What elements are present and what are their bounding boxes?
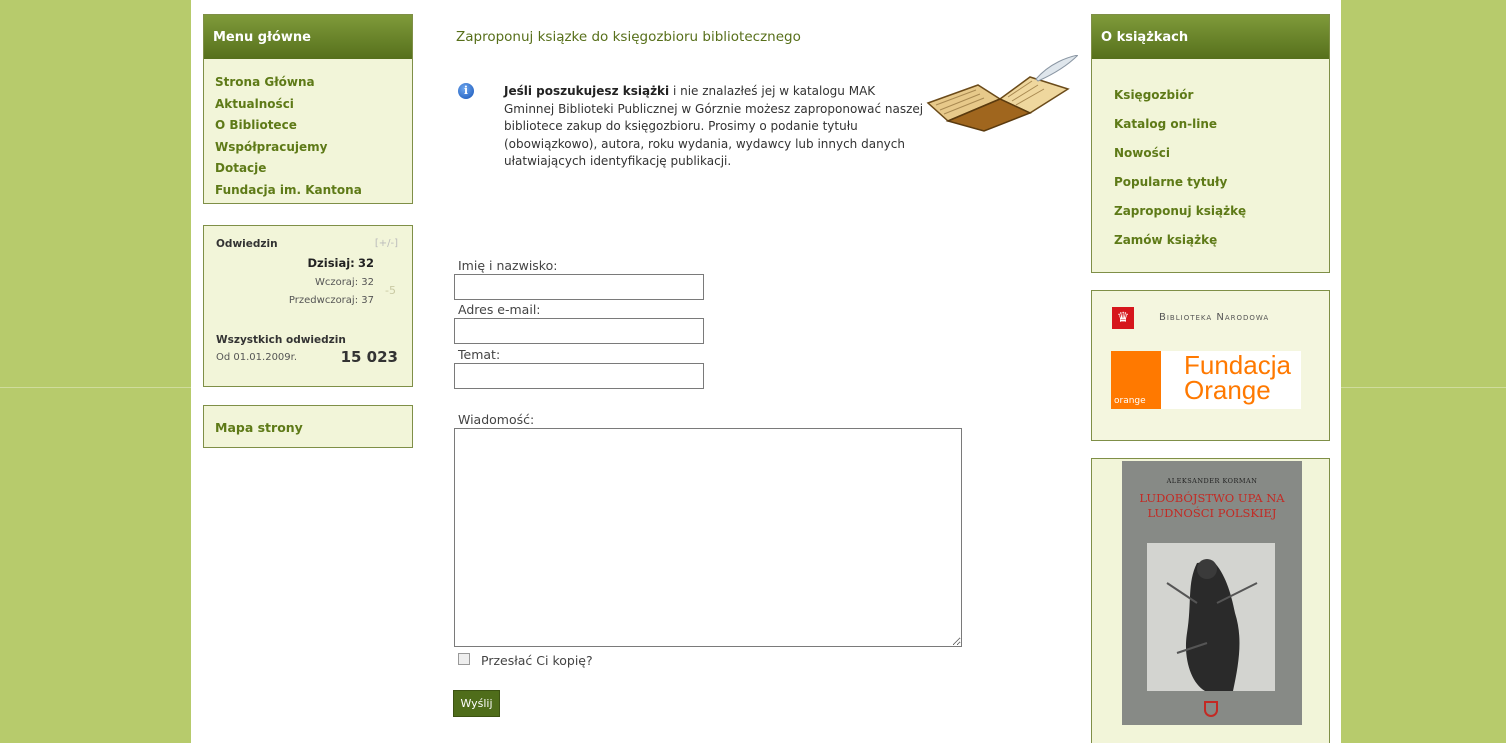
about-books-box: O książkach Księgozbiór Katalog on-line … — [1091, 14, 1330, 273]
menu-item-about-library[interactable]: O Bibliotece — [215, 115, 412, 137]
page-title: Zaproponuj ksiązke do księgozbioru bibli… — [456, 29, 801, 45]
message-textarea[interactable] — [454, 428, 962, 647]
book-cover-image[interactable]: ALEKSANDER KORMAN LUDOBÓJSTWO UPA NA LUD… — [1122, 461, 1302, 725]
info-icon: i — [458, 83, 474, 99]
sitemap-box: Mapa strony — [203, 405, 413, 448]
about-item-popular[interactable]: Popularne tytuły — [1114, 168, 1329, 197]
visits-total: 15 023 — [340, 348, 398, 366]
about-item-order[interactable]: Zamów książkę — [1114, 226, 1329, 255]
about-item-catalog[interactable]: Katalog on-line — [1114, 110, 1329, 139]
visits-today-row: Dzisiaj: 32 — [308, 256, 374, 270]
page-container: Menu główne Strona Główna Aktualności O … — [191, 0, 1341, 743]
orange-square-icon: orange — [1111, 351, 1161, 409]
featured-book-box: ALEKSANDER KORMAN LUDOBÓJSTWO UPA NA LUD… — [1091, 458, 1330, 743]
partner-logos-box: ♛ Biblioteka Narodowa orange Fundacja Or… — [1091, 290, 1330, 441]
visits-diff: -5 — [385, 284, 396, 297]
email-label: Adres e-mail: — [458, 302, 541, 317]
orange-small-text: orange — [1114, 396, 1146, 406]
menu-item-foundation[interactable]: Fundacja im. Kantona — [215, 180, 412, 202]
about-item-collection[interactable]: Księgozbiór — [1114, 81, 1329, 110]
book-cover-title: LUDOBÓJSTWO UPA NA LUDNOŚCI POLSKIEJ — [1139, 491, 1285, 520]
main-menu-box: Menu główne Strona Główna Aktualności O … — [203, 14, 413, 204]
about-books-list: Księgozbiór Katalog on-line Nowości Popu… — [1092, 59, 1329, 255]
about-item-suggest[interactable]: Zaproponuj książkę — [1114, 197, 1329, 226]
visits-box: Odwiedzin [+/-] Dzisiaj: 32 Wczoraj: 32 … — [203, 225, 413, 387]
subject-input[interactable] — [454, 363, 704, 389]
book-cover-illustration — [1147, 543, 1275, 691]
info-text-bold: Jeśli poszukujesz książki — [504, 84, 670, 98]
visits-yesterday-row: Wczoraj: 32 — [315, 277, 374, 288]
menu-item-grants[interactable]: Dotacje — [215, 158, 412, 180]
message-label: Wiadomość: — [458, 412, 535, 427]
main-menu-list: Strona Główna Aktualności O Bibliotece W… — [204, 59, 412, 201]
name-input[interactable] — [454, 274, 704, 300]
about-item-new[interactable]: Nowości — [1114, 139, 1329, 168]
about-books-title: O książkach — [1092, 15, 1329, 59]
name-label: Imię i nazwisko: — [458, 258, 558, 273]
visits-today-label: Dzisiaj: — [307, 256, 355, 270]
copy-checkbox[interactable] — [458, 653, 470, 665]
main-menu-title: Menu główne — [204, 15, 412, 59]
subject-label: Temat: — [458, 347, 501, 362]
biblioteka-narodowa-logo-icon[interactable]: ♛ — [1112, 307, 1134, 329]
info-text: Jeśli poszukujesz książki i nie znalazłe… — [504, 83, 924, 171]
copy-label: Przesłać Ci kopię? — [481, 653, 593, 668]
sitemap-link[interactable]: Mapa strony — [215, 420, 303, 435]
orange-logo-text: Fundacja Orange — [1184, 352, 1291, 405]
email-input[interactable] — [454, 318, 704, 344]
menu-item-home[interactable]: Strona Główna — [215, 72, 412, 94]
send-button[interactable]: Wyślij — [453, 690, 500, 717]
visits-today-value: 32 — [357, 256, 374, 270]
visits-before-value: 37 — [361, 295, 374, 306]
biblioteka-narodowa-link[interactable]: Biblioteka Narodowa — [1159, 312, 1269, 323]
menu-item-cooperation[interactable]: Współpracujemy — [215, 137, 412, 159]
visits-yesterday-label: Wczoraj: — [314, 277, 359, 288]
book-cover-author: ALEKSANDER KORMAN — [1166, 477, 1258, 485]
visits-total-title: Wszystkich odwiedzin — [216, 334, 346, 346]
visits-since: Od 01.01.2009r. — [216, 352, 298, 363]
book-cover-emblem-icon — [1204, 701, 1218, 717]
open-book-icon — [926, 55, 1078, 132]
visits-toggle[interactable]: [+/-] — [375, 238, 398, 249]
visits-before-label: Przedwczoraj: — [288, 295, 359, 306]
orange-logo-line2: Orange — [1184, 375, 1271, 405]
menu-item-news[interactable]: Aktualności — [215, 94, 412, 116]
visits-before-row: Przedwczoraj: 37 — [289, 295, 374, 306]
visits-yesterday-value: 32 — [361, 277, 374, 288]
fundacja-orange-logo[interactable]: orange Fundacja Orange — [1111, 351, 1301, 409]
